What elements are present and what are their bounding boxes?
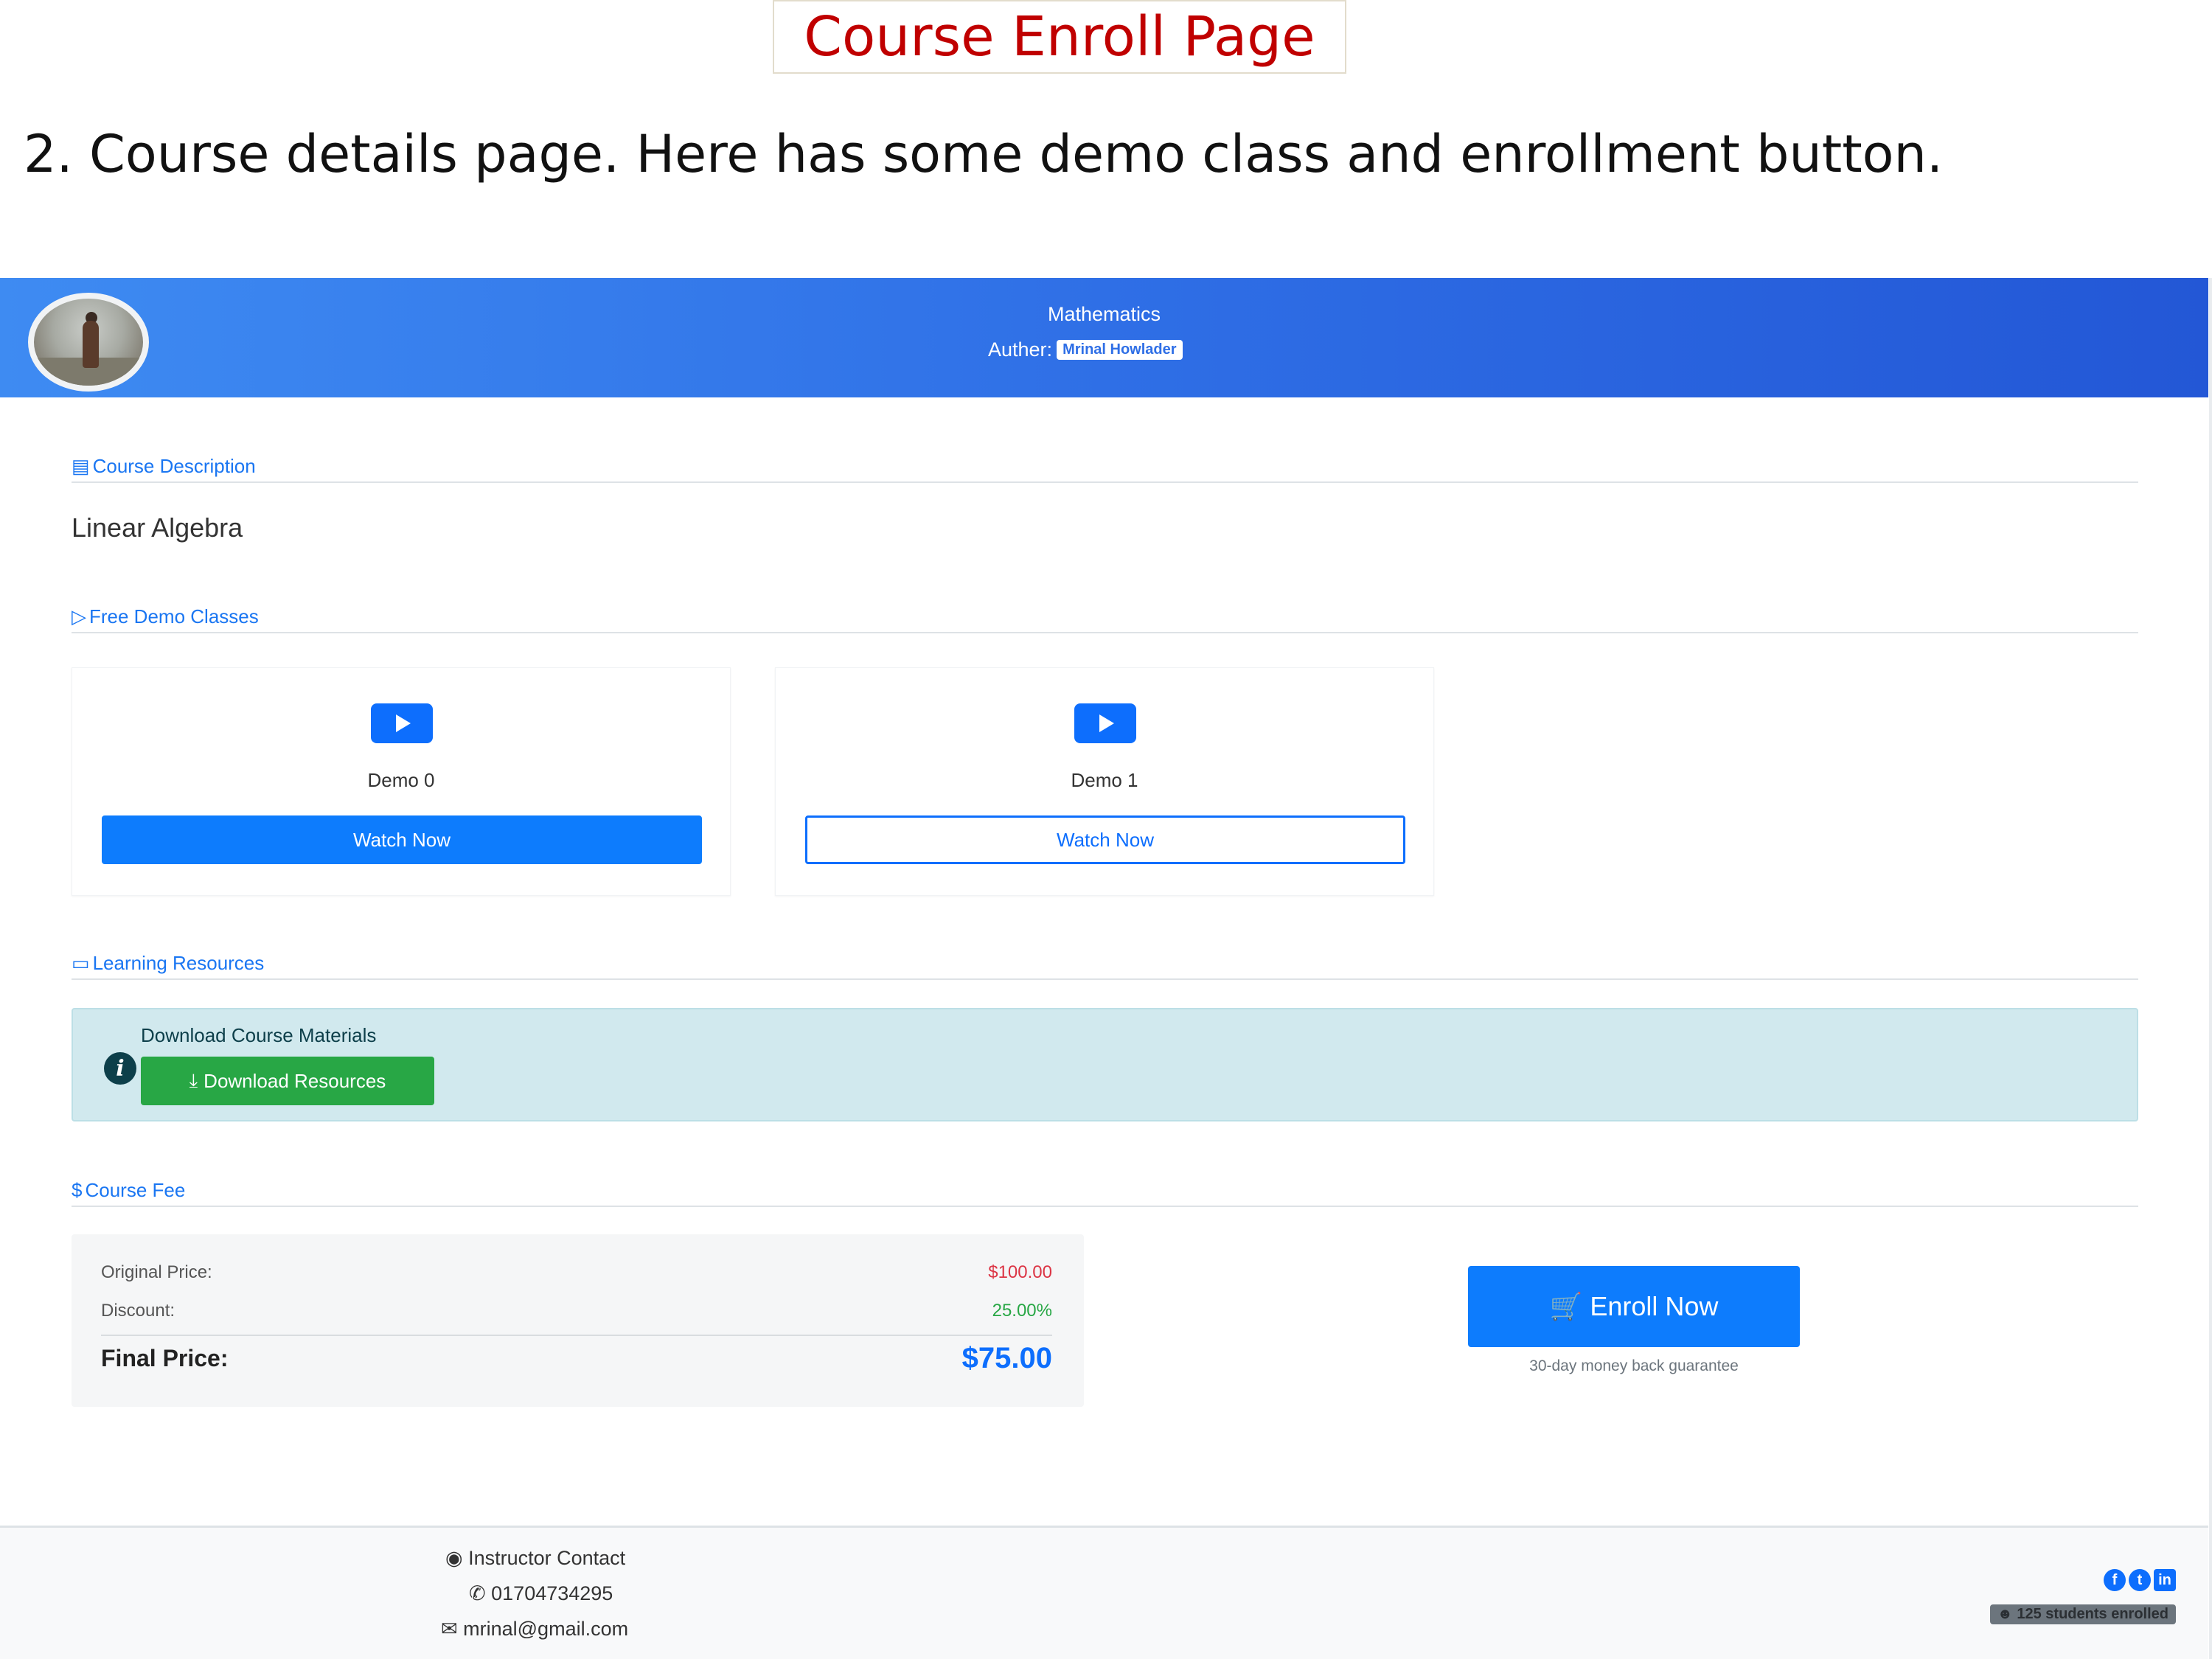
section-heading-label: Learning Resources	[92, 952, 265, 974]
download-resources-button[interactable]: ⤓ Download Resources	[141, 1057, 434, 1105]
author-badge: Mrinal Howlader	[1057, 340, 1183, 360]
demo-card: Demo 1 Watch Now	[775, 667, 1434, 896]
cart-icon: 🛒	[1549, 1291, 1583, 1321]
linkedin-icon[interactable]: in	[2154, 1569, 2176, 1591]
fee-row-original: Original Price: $100.00	[101, 1262, 1052, 1283]
instructor-contact-heading: ◉ Instructor Contact	[445, 1547, 625, 1570]
demo-card: Demo 0 Watch Now	[72, 667, 731, 896]
phone-value: 01704734295	[491, 1582, 613, 1604]
slide-title: Course Enroll Page	[773, 0, 1346, 74]
document-icon: ▤	[72, 455, 90, 477]
demo-title: Demo 0	[367, 769, 435, 791]
fee-summary: Original Price: $100.00 Discount: 25.00%…	[72, 1234, 1084, 1407]
original-price-label: Original Price:	[101, 1262, 212, 1282]
instructor-phone: ✆ 01704734295	[469, 1582, 613, 1605]
course-subject: Mathematics	[1047, 303, 1161, 325]
facebook-icon[interactable]: f	[2104, 1569, 2126, 1591]
instructor-email[interactable]: ✉ mrinal@gmail.com	[441, 1618, 628, 1641]
course-description-text: Linear Algebra	[72, 512, 243, 543]
email-value: mrinal@gmail.com	[463, 1618, 629, 1640]
discount-value: 25.00%	[992, 1301, 1052, 1321]
scrollbar-edge	[2209, 278, 2212, 1659]
resources-alert: i Download Course Materials ⤓ Download R…	[72, 1008, 2138, 1121]
slide-caption: 2. Course details page. Here has some de…	[24, 124, 1944, 184]
enrolled-count-label: 125 students enrolled	[2017, 1606, 2168, 1622]
section-heading-description: ▤ Course Description	[72, 455, 2138, 483]
enroll-now-label: Enroll Now	[1590, 1291, 1719, 1321]
watch-now-button[interactable]: Watch Now	[805, 815, 1405, 864]
file-download-icon: ▭	[72, 952, 90, 974]
course-author: Auther: Mrinal Howlader	[988, 338, 1183, 361]
course-header: Mathematics Auther: Mrinal Howlader	[0, 278, 2208, 397]
enrolled-count-badge: ☻ 125 students enrolled	[1989, 1604, 2176, 1624]
user-circle-icon: ◉	[445, 1547, 463, 1569]
resources-title: Download Course Materials	[141, 1024, 377, 1046]
author-label: Auther:	[988, 338, 1053, 361]
section-heading-label: Course Description	[92, 455, 256, 477]
section-heading-label: Course Fee	[85, 1179, 186, 1201]
original-price-value: $100.00	[988, 1262, 1052, 1282]
demo-title: Demo 1	[1071, 769, 1138, 791]
play-icon[interactable]	[371, 703, 433, 743]
dollar-icon: $	[72, 1179, 83, 1201]
play-circle-icon: ▷	[72, 605, 86, 627]
play-icon[interactable]	[1074, 703, 1136, 743]
enroll-now-button[interactable]: 🛒 Enroll Now	[1468, 1266, 1800, 1347]
final-price-label: Final Price:	[101, 1345, 229, 1371]
twitter-icon[interactable]: t	[2129, 1569, 2151, 1591]
final-price-value: $75.00	[961, 1342, 1052, 1374]
social-links: f t in	[2104, 1569, 2176, 1591]
watch-now-button[interactable]: Watch Now	[102, 815, 702, 864]
footer: ◉ Instructor Contact ✆ 01704734295 ✉ mri…	[0, 1526, 2208, 1659]
fee-row-discount: Discount: 25.00%	[101, 1301, 1052, 1321]
discount-label: Discount:	[101, 1301, 175, 1321]
info-icon: i	[104, 1052, 136, 1085]
users-icon: ☻	[1997, 1606, 2013, 1622]
section-heading-fee: $ Course Fee	[72, 1179, 2138, 1207]
section-heading-demos: ▷ Free Demo Classes	[72, 605, 2138, 633]
download-resources-label: Download Resources	[204, 1069, 386, 1092]
fee-row-final: Final Price: $75.00	[101, 1342, 1052, 1375]
guarantee-note: 30-day money back guarantee	[1529, 1357, 1739, 1374]
section-heading-resources: ▭ Learning Resources	[72, 952, 2138, 980]
envelope-icon: ✉	[441, 1618, 458, 1640]
course-details-screenshot: Mathematics Auther: Mrinal Howlader ▤ Co…	[0, 278, 2212, 1659]
download-icon: ⤓	[189, 1069, 198, 1091]
contact-heading-label: Instructor Contact	[468, 1547, 626, 1569]
fee-divider	[101, 1335, 1052, 1336]
phone-icon: ✆	[469, 1582, 486, 1604]
section-heading-label: Free Demo Classes	[89, 605, 259, 627]
